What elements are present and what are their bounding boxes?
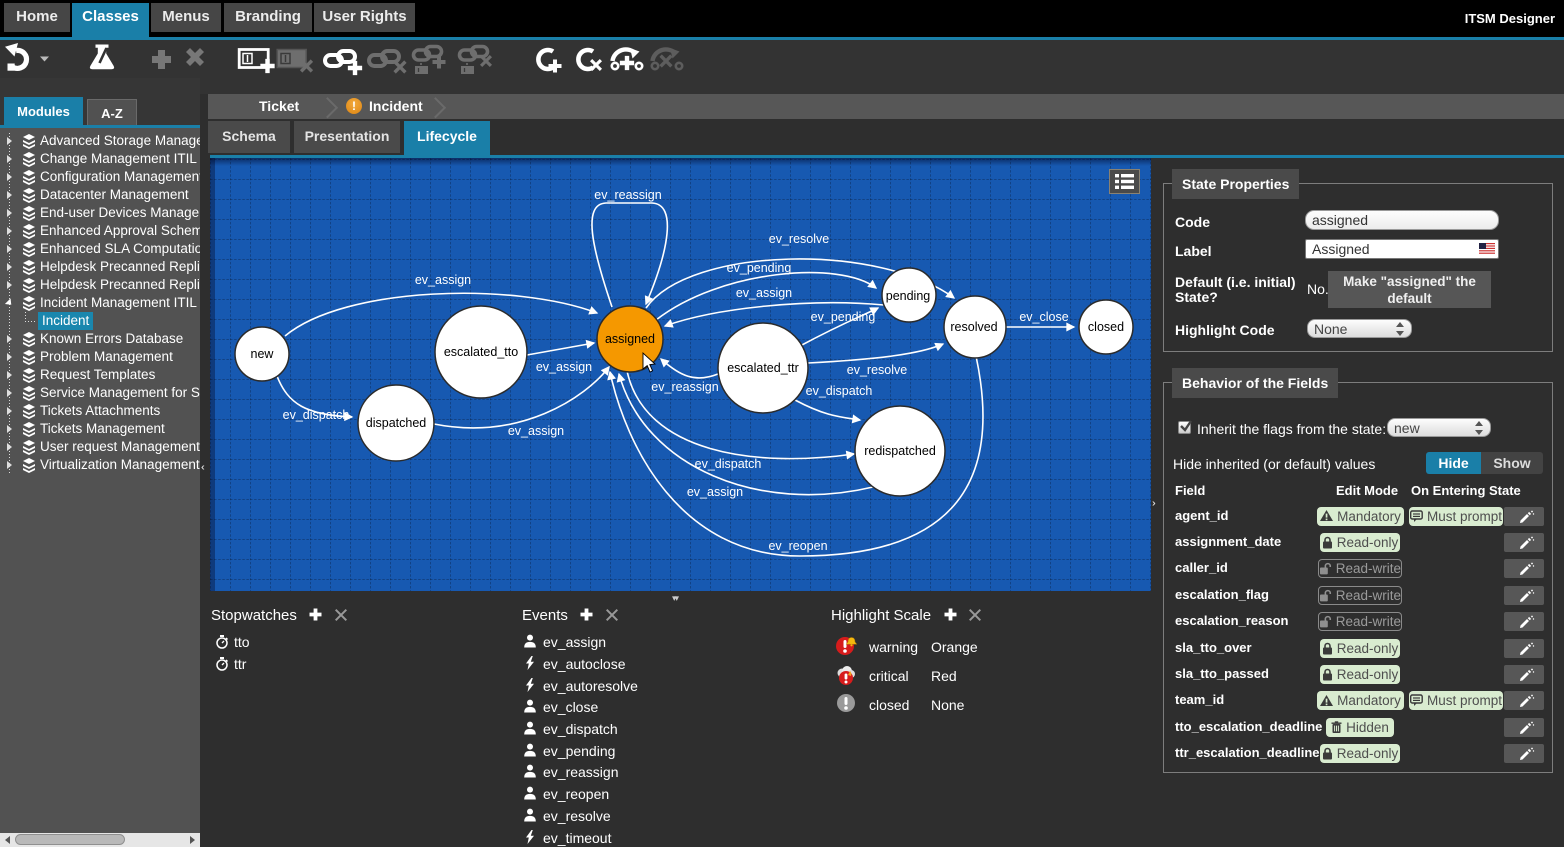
- svg-text:escalated_tto: escalated_tto: [444, 345, 518, 359]
- svg-text:ev_assign: ev_assign: [508, 424, 564, 438]
- svg-text:ev_dispatch: ev_dispatch: [283, 408, 350, 422]
- svg-text:ev_close: ev_close: [1019, 310, 1068, 324]
- svg-text:ev_reopen: ev_reopen: [768, 539, 827, 553]
- svg-text:resolved: resolved: [950, 320, 997, 334]
- svg-text:ev_resolve: ev_resolve: [769, 232, 829, 246]
- svg-text:ev_resolve: ev_resolve: [847, 363, 907, 377]
- svg-text:ev_pending: ev_pending: [727, 261, 792, 275]
- svg-text:ev_pending: ev_pending: [811, 310, 876, 324]
- svg-text:escalated_ttr: escalated_ttr: [727, 361, 799, 375]
- svg-text:closed: closed: [1088, 320, 1124, 334]
- svg-text:ev_assign: ev_assign: [736, 286, 792, 300]
- svg-text:ev_reassign: ev_reassign: [594, 188, 661, 202]
- svg-text:redispatched: redispatched: [864, 444, 936, 458]
- svg-text:ev_assign: ev_assign: [415, 273, 471, 287]
- svg-text:ev_assign: ev_assign: [536, 360, 592, 374]
- svg-text:pending: pending: [886, 289, 931, 303]
- svg-text:assigned: assigned: [605, 332, 655, 346]
- svg-text:new: new: [251, 347, 275, 361]
- svg-text:ev_assign: ev_assign: [687, 485, 743, 499]
- svg-text:ev_dispatch: ev_dispatch: [695, 457, 762, 471]
- svg-text:ev_reassign: ev_reassign: [651, 380, 718, 394]
- svg-text:dispatched: dispatched: [366, 416, 427, 430]
- svg-text:ev_dispatch: ev_dispatch: [806, 384, 873, 398]
